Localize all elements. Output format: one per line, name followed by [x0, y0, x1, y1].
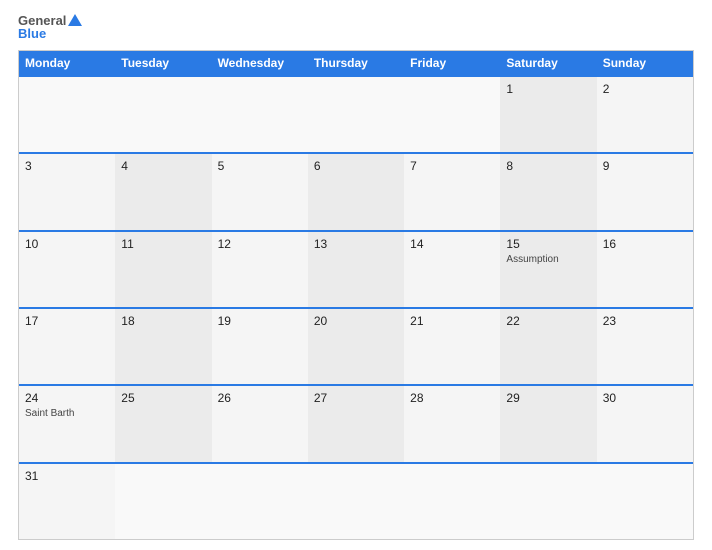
day-number: 31	[25, 469, 109, 483]
day-cell	[308, 77, 404, 152]
day-cell: 7	[404, 154, 500, 229]
day-cell: 13	[308, 232, 404, 307]
day-cell: 4	[115, 154, 211, 229]
day-number: 26	[218, 391, 302, 405]
day-number: 13	[314, 237, 398, 251]
day-cell: 2	[597, 77, 693, 152]
day-number: 10	[25, 237, 109, 251]
day-headers-row: MondayTuesdayWednesdayThursdayFridaySatu…	[19, 51, 693, 75]
week-row: 12	[19, 75, 693, 152]
day-cell: 31	[19, 464, 115, 539]
day-cell: 18	[115, 309, 211, 384]
day-number: 20	[314, 314, 398, 328]
day-cell	[404, 77, 500, 152]
day-number: 27	[314, 391, 398, 405]
day-number: 30	[603, 391, 687, 405]
day-number: 19	[218, 314, 302, 328]
day-cell	[115, 464, 211, 539]
day-cell	[115, 77, 211, 152]
day-cell: 17	[19, 309, 115, 384]
day-cell: 8	[500, 154, 596, 229]
day-number: 2	[603, 82, 687, 96]
day-number: 21	[410, 314, 494, 328]
day-cell	[500, 464, 596, 539]
logo-triangle-icon	[68, 14, 82, 26]
day-event: Saint Barth	[25, 407, 109, 420]
day-cell: 22	[500, 309, 596, 384]
day-header: Monday	[19, 51, 115, 75]
day-cell: 15 Assumption	[500, 232, 596, 307]
day-header: Sunday	[597, 51, 693, 75]
day-cell: 10	[19, 232, 115, 307]
week-row: 17 18 19 20 21 22 23	[19, 307, 693, 384]
calendar-page: GeneralBlue MondayTuesdayWednesdayThursd…	[0, 0, 712, 550]
day-number: 4	[121, 159, 205, 173]
day-cell: 16	[597, 232, 693, 307]
day-number: 9	[603, 159, 687, 173]
day-number: 6	[314, 159, 398, 173]
day-cell: 30	[597, 386, 693, 461]
day-cell: 29	[500, 386, 596, 461]
day-number: 22	[506, 314, 590, 328]
day-header: Tuesday	[115, 51, 211, 75]
day-cell: 24 Saint Barth	[19, 386, 115, 461]
logo-blue-text: Blue	[18, 27, 46, 40]
day-number: 12	[218, 237, 302, 251]
day-cell: 25	[115, 386, 211, 461]
day-header: Thursday	[308, 51, 404, 75]
day-cell: 11	[115, 232, 211, 307]
day-cell: 6	[308, 154, 404, 229]
day-number: 8	[506, 159, 590, 173]
day-cell: 5	[212, 154, 308, 229]
logo: GeneralBlue	[18, 14, 82, 40]
week-row: 3456789	[19, 152, 693, 229]
day-cell: 21	[404, 309, 500, 384]
day-number: 16	[603, 237, 687, 251]
header: GeneralBlue	[18, 14, 694, 40]
day-number: 14	[410, 237, 494, 251]
week-row: 31	[19, 462, 693, 539]
day-number: 5	[218, 159, 302, 173]
day-cell: 19	[212, 309, 308, 384]
day-cell: 3	[19, 154, 115, 229]
day-cell	[19, 77, 115, 152]
day-number: 11	[121, 237, 205, 251]
day-cell: 28	[404, 386, 500, 461]
calendar-grid: MondayTuesdayWednesdayThursdayFridaySatu…	[18, 50, 694, 540]
day-header: Wednesday	[212, 51, 308, 75]
day-number: 17	[25, 314, 109, 328]
day-cell: 20	[308, 309, 404, 384]
day-number: 3	[25, 159, 109, 173]
day-cell: 12	[212, 232, 308, 307]
day-header: Saturday	[500, 51, 596, 75]
day-event: Assumption	[506, 253, 590, 266]
week-row: 10 11 12 13 14 15 Assumption 16	[19, 230, 693, 307]
day-number: 18	[121, 314, 205, 328]
day-cell: 1	[500, 77, 596, 152]
day-cell: 14	[404, 232, 500, 307]
day-cell	[597, 464, 693, 539]
day-cell	[212, 464, 308, 539]
day-header: Friday	[404, 51, 500, 75]
day-cell	[212, 77, 308, 152]
day-number: 28	[410, 391, 494, 405]
day-cell	[404, 464, 500, 539]
day-cell	[308, 464, 404, 539]
week-row: 24 Saint Barth 25 26 27 28 29 30	[19, 384, 693, 461]
day-number: 1	[506, 82, 590, 96]
day-number: 24	[25, 391, 109, 405]
day-number: 15	[506, 237, 590, 251]
day-number: 29	[506, 391, 590, 405]
day-number: 23	[603, 314, 687, 328]
day-cell: 26	[212, 386, 308, 461]
day-number: 25	[121, 391, 205, 405]
day-cell: 23	[597, 309, 693, 384]
day-cell: 9	[597, 154, 693, 229]
weeks-container: 123456789101112131415Assumption161718192…	[19, 75, 693, 539]
day-number: 7	[410, 159, 494, 173]
day-cell: 27	[308, 386, 404, 461]
